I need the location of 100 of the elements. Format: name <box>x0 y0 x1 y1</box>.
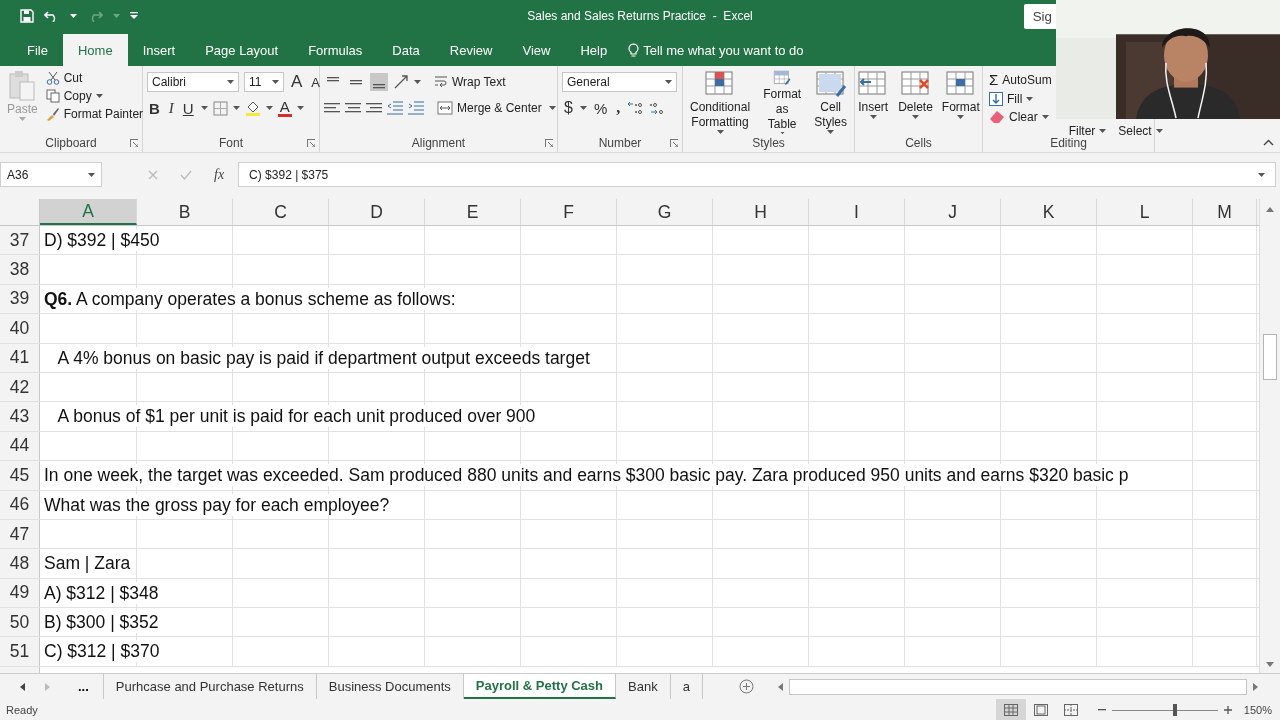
collapse-ribbon-icon[interactable] <box>1263 139 1274 146</box>
column-header[interactable]: C <box>233 199 329 225</box>
format-painter-button[interactable]: Format Painter <box>43 106 146 122</box>
copy-button[interactable]: Copy <box>43 88 146 104</box>
italic-button[interactable]: I <box>166 99 176 117</box>
zoom-in-icon[interactable] <box>1223 706 1232 714</box>
row-header[interactable]: 51 <box>0 637 40 666</box>
column-header[interactable]: F <box>521 199 617 225</box>
formula-field[interactable]: C) $392 | $375 <box>238 162 1276 187</box>
percent-button[interactable]: % <box>591 99 610 117</box>
save-icon[interactable] <box>20 9 34 23</box>
caret-icon[interactable] <box>265 106 273 110</box>
row-header[interactable]: 49 <box>0 578 40 608</box>
column-header[interactable]: J <box>905 199 1001 225</box>
scroll-up-icon[interactable] <box>1266 207 1274 212</box>
column-header[interactable]: M <box>1193 199 1257 225</box>
row-header[interactable]: 37 <box>0 226 40 255</box>
column-header[interactable]: A <box>40 199 137 225</box>
caret-icon[interactable] <box>70 14 77 18</box>
ribbon-tab[interactable]: Insert <box>127 34 191 66</box>
fill-color-icon[interactable] <box>244 100 261 116</box>
row-header[interactable]: 45 <box>0 461 40 490</box>
ribbon-tab[interactable]: File <box>12 34 63 66</box>
autosum-button[interactable]: Σ AutoSum <box>987 70 1054 89</box>
caret-icon[interactable] <box>1026 97 1034 101</box>
column-header[interactable]: L <box>1097 199 1193 225</box>
row-header[interactable]: 44 <box>0 431 40 461</box>
caret-icon[interactable] <box>548 106 556 110</box>
name-box[interactable]: A36 <box>0 162 102 187</box>
shrink-font-button[interactable]: A <box>309 74 322 90</box>
dialog-launcher-icon[interactable] <box>130 139 138 147</box>
caret-icon[interactable] <box>665 80 672 84</box>
clear-button[interactable]: Clear <box>987 109 1054 125</box>
add-sheet-icon[interactable] <box>738 679 754 694</box>
ribbon-tab[interactable]: Data <box>377 34 435 66</box>
row-header[interactable]: 50 <box>0 608 40 637</box>
caret-icon[interactable] <box>1041 115 1049 119</box>
caret-icon[interactable] <box>414 80 421 84</box>
align-bottom-icon[interactable] <box>370 73 388 91</box>
view-button[interactable] <box>995 699 1026 720</box>
style-button[interactable]: Cell Styles <box>811 70 850 134</box>
dialog-launcher-icon[interactable] <box>307 139 315 147</box>
font-name-field[interactable]: Calibri <box>147 72 239 92</box>
caret-icon[interactable] <box>1155 129 1163 133</box>
dialog-launcher-icon[interactable] <box>670 139 678 147</box>
scroll-left-icon[interactable] <box>778 682 783 691</box>
sheet-tab[interactable]: Payroll & Petty Cash <box>463 674 616 699</box>
row-header[interactable]: 46 <box>0 490 40 519</box>
align-right-icon[interactable] <box>366 101 382 115</box>
caret-icon[interactable] <box>869 115 877 119</box>
customize-icon[interactable] <box>130 12 138 20</box>
insert-function-button[interactable]: fx <box>214 166 225 183</box>
cells-button[interactable]: Insert <box>854 70 893 134</box>
cells-button[interactable]: Delete <box>895 70 936 134</box>
scrollbar-thumb[interactable] <box>1263 334 1277 380</box>
caret-icon[interactable] <box>1258 172 1265 177</box>
underline-button[interactable]: U <box>180 99 196 117</box>
row-header[interactable]: 40 <box>0 314 40 343</box>
previous-sheet-icon[interactable] <box>20 682 25 691</box>
grow-font-button[interactable]: A <box>289 72 305 92</box>
column-header[interactable]: B <box>137 199 233 225</box>
row-header[interactable]: 39 <box>0 284 40 314</box>
ribbon-tab[interactable]: Help <box>565 34 623 66</box>
column-header[interactable]: D <box>329 199 425 225</box>
ribbon-tab[interactable]: View <box>507 34 566 66</box>
caret-icon[interactable] <box>272 80 279 84</box>
caret-icon[interactable] <box>200 106 208 110</box>
font-color-button[interactable]: A <box>277 99 292 117</box>
caret-icon[interactable] <box>912 115 919 119</box>
wrap-text-button[interactable]: Wrap Text <box>432 74 508 90</box>
horizontal-scrollbar[interactable] <box>789 678 1247 695</box>
caret-icon[interactable] <box>88 172 95 177</box>
caret-icon[interactable] <box>957 115 965 119</box>
dialog-launcher-icon[interactable] <box>545 139 553 147</box>
orientation-icon[interactable] <box>393 74 409 90</box>
ribbon-tab[interactable]: Formulas <box>293 34 378 66</box>
caret-icon[interactable] <box>716 130 724 134</box>
scroll-right-icon[interactable] <box>1253 682 1258 691</box>
sign-in-button[interactable]: Sig <box>1023 3 1056 29</box>
ribbon-tab[interactable]: Home <box>62 34 128 66</box>
ribbon-tab[interactable]: Page Layout <box>190 34 294 66</box>
font-size-field[interactable]: 11 <box>244 72 284 92</box>
tell-me-field[interactable]: Tell me what you want to do <box>643 42 804 58</box>
row-header[interactable]: 38 <box>0 255 40 284</box>
fill-button[interactable]: Fill <box>987 91 1054 107</box>
style-button[interactable]: Conditional Formatting <box>687 70 754 134</box>
caret-icon[interactable] <box>1099 129 1107 133</box>
comma-style-button[interactable]: , <box>614 99 623 117</box>
row-header[interactable]: 42 <box>0 372 40 402</box>
caret-icon[interactable] <box>296 106 304 110</box>
row-header[interactable]: 43 <box>0 402 40 431</box>
decrease-decimal-icon[interactable] <box>648 100 665 116</box>
align-center-icon[interactable] <box>345 101 361 115</box>
caret-icon[interactable] <box>227 80 234 84</box>
column-header[interactable]: E <box>425 199 521 225</box>
caret-icon[interactable] <box>778 131 786 134</box>
row-header[interactable]: 48 <box>0 549 40 578</box>
caret-icon[interactable] <box>579 106 587 110</box>
merge-center-button[interactable]: Merge & Center <box>435 100 544 116</box>
cells-button[interactable]: Format <box>938 70 983 134</box>
